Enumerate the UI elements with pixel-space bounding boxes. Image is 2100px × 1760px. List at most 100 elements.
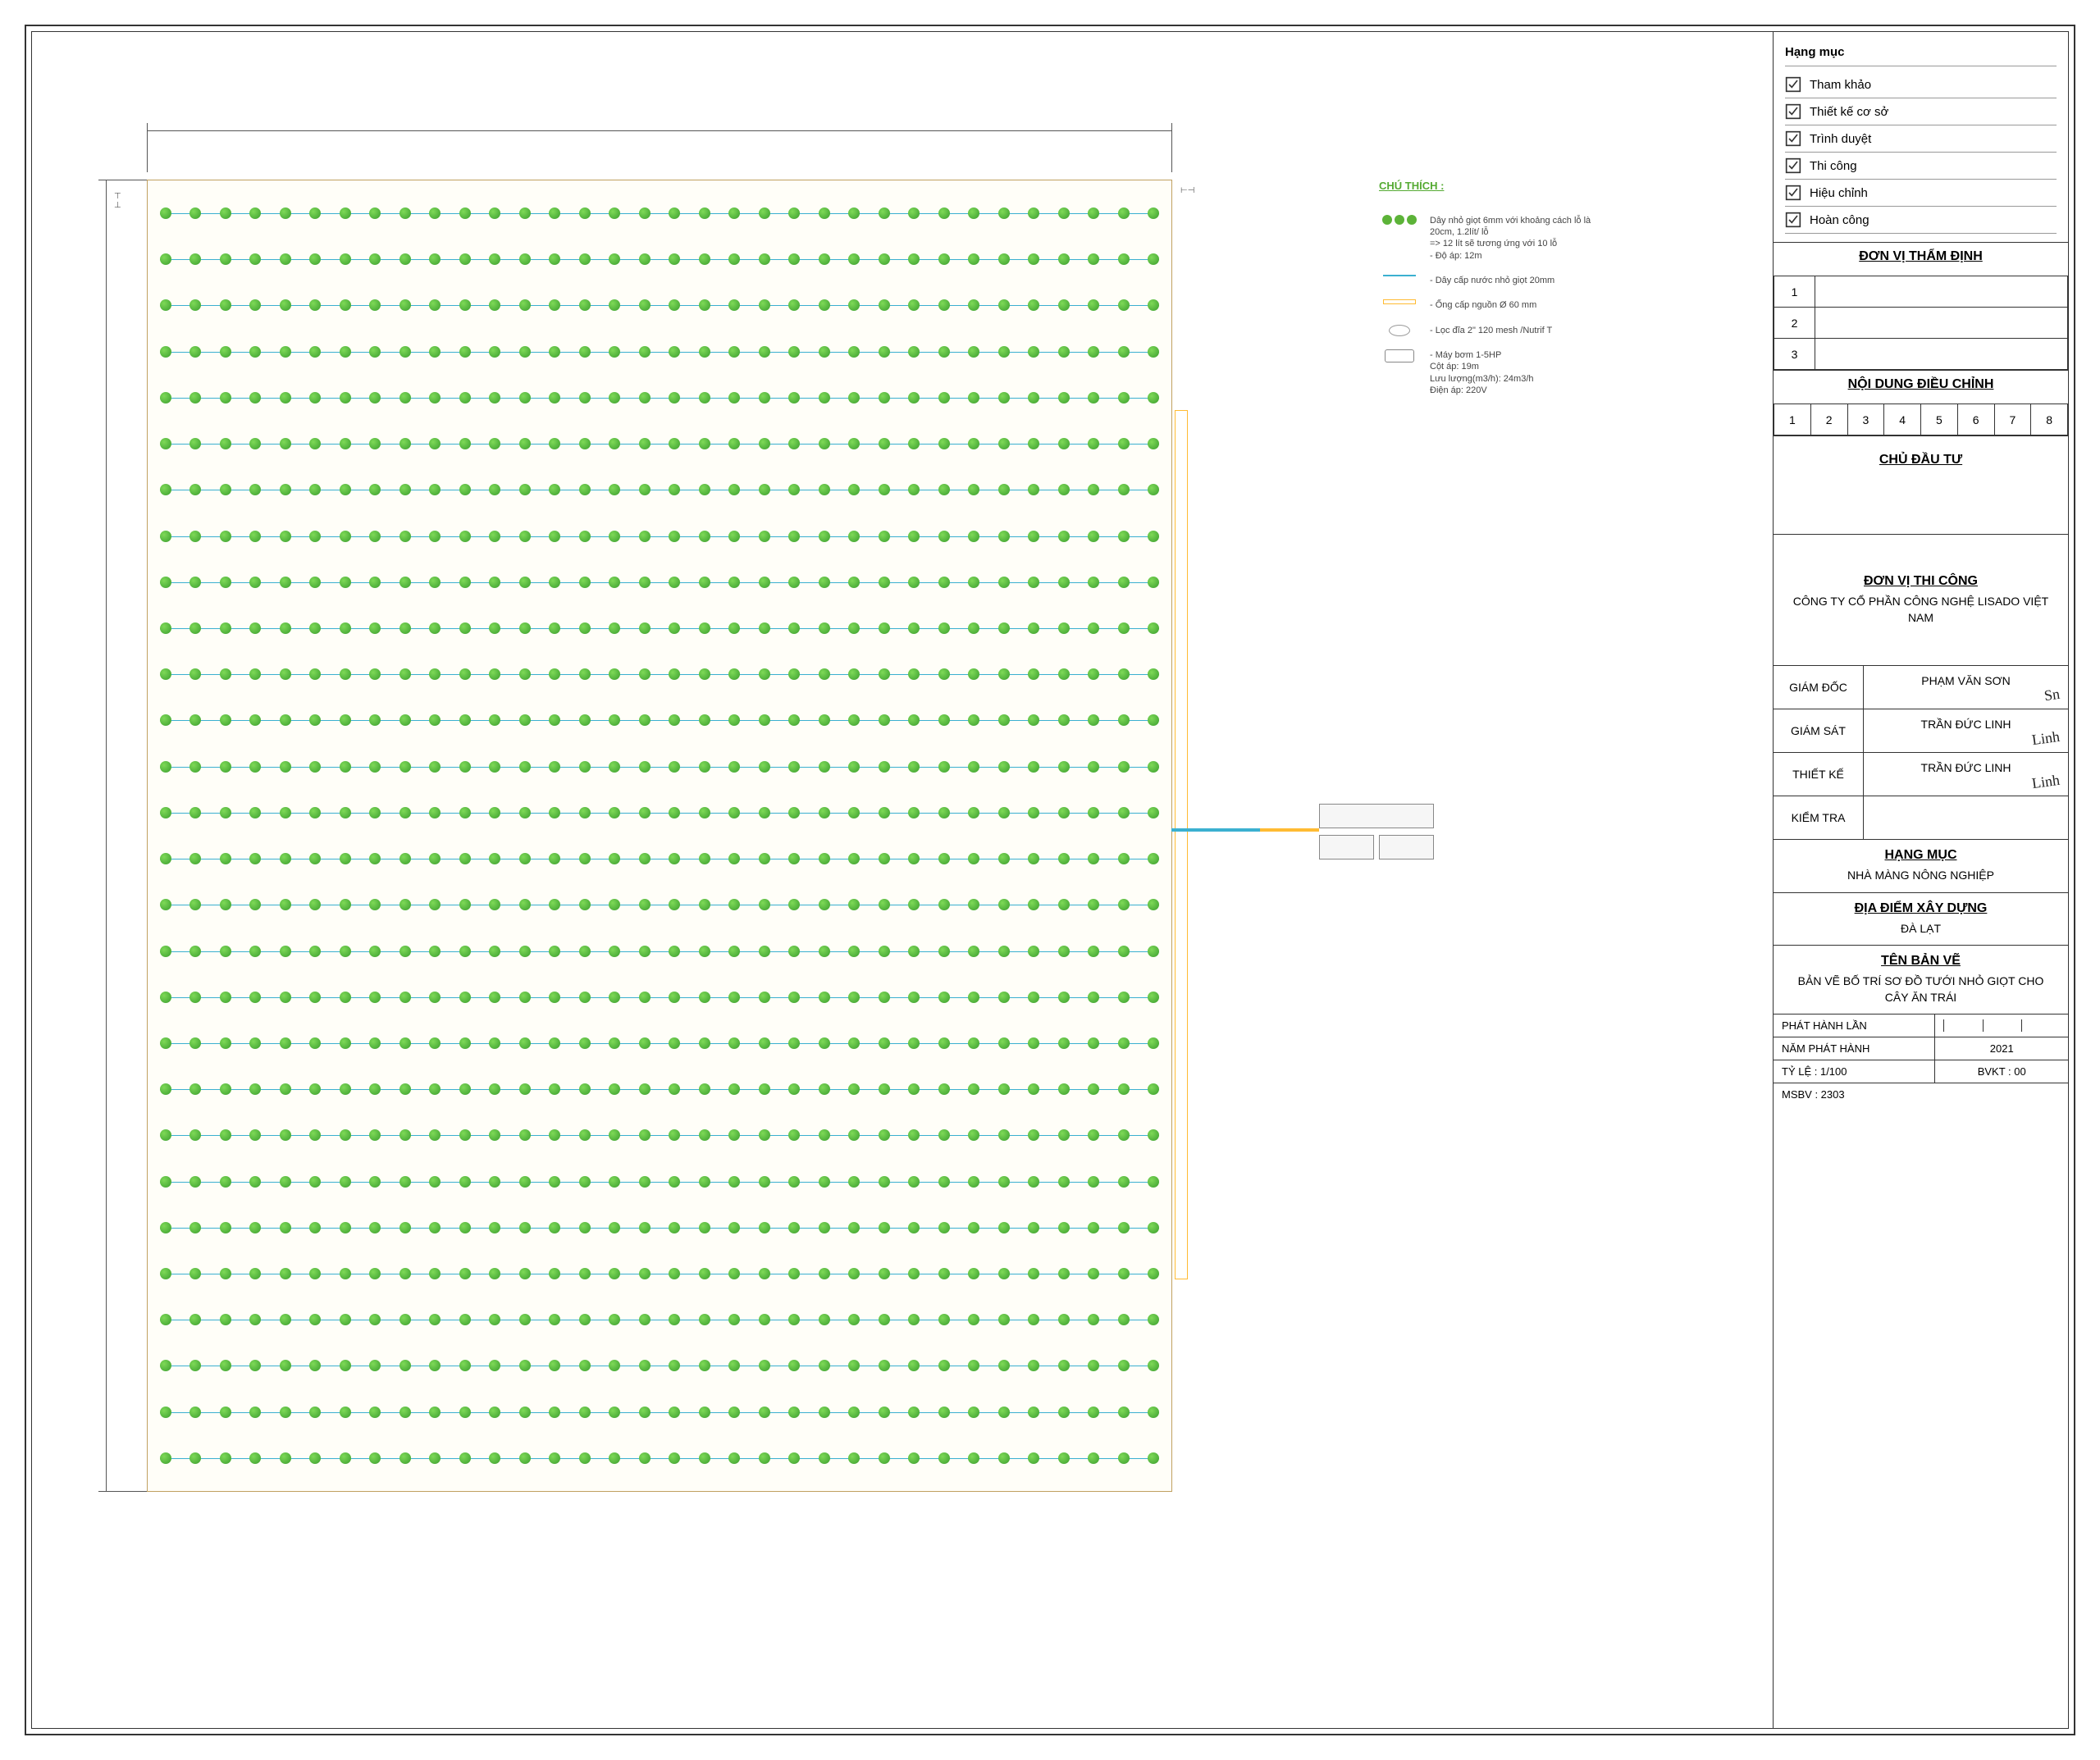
dripper-icon <box>759 438 770 449</box>
dripper-icon <box>1088 207 1099 219</box>
dripper-icon <box>280 1360 291 1371</box>
dripper-icon <box>459 1129 471 1141</box>
dripper-icon <box>938 622 950 634</box>
dripper-icon <box>1028 1407 1039 1418</box>
dripper-icon <box>220 761 231 773</box>
dripper-icon <box>249 1407 261 1418</box>
dripper-icon <box>1088 1314 1099 1325</box>
dripper-icon <box>879 807 890 818</box>
dripper-icon <box>340 1083 351 1095</box>
dripper-icon <box>249 1083 261 1095</box>
dripper-icon <box>759 899 770 910</box>
drip-row <box>160 251 1159 267</box>
dripper-icon <box>280 1268 291 1279</box>
dripper-icon <box>819 899 830 910</box>
dripper-icon <box>1088 668 1099 680</box>
dripper-icon <box>309 531 321 542</box>
dripper-icon <box>788 714 800 726</box>
drip-row <box>160 1404 1159 1420</box>
dripper-icon <box>998 346 1010 358</box>
check-row: Trình duyệt <box>1785 125 2057 153</box>
dripper-icon <box>788 807 800 818</box>
dripper-icon <box>819 1407 830 1418</box>
dripper-icon <box>1058 1314 1070 1325</box>
dripper-icon <box>1088 899 1099 910</box>
dripper-icon <box>728 531 740 542</box>
dripper-icon <box>249 438 261 449</box>
dripper-icon <box>669 899 680 910</box>
dripper-icon <box>699 299 710 311</box>
dripper-icon <box>669 1268 680 1279</box>
dripper-icon <box>848 714 860 726</box>
dripper-icon <box>220 946 231 957</box>
dripper-icon <box>280 1452 291 1464</box>
dripper-icon <box>459 1037 471 1049</box>
dripper-icon <box>848 1222 860 1233</box>
dripper-icon <box>399 807 411 818</box>
dripper-icon <box>160 577 171 588</box>
dripper-icon <box>879 622 890 634</box>
dripper-icon <box>968 622 979 634</box>
dripper-icon <box>908 207 920 219</box>
dripper-icon <box>788 577 800 588</box>
dripper-icon <box>280 392 291 404</box>
dripper-icon <box>369 668 381 680</box>
hangmuc2-section: HẠNG MỤC NHÀ MÀNG NÔNG NGHIỆP <box>1774 840 2068 893</box>
dripper-icon <box>728 622 740 634</box>
dripper-icon <box>549 668 560 680</box>
noidung-table: 12345678 <box>1774 404 2068 435</box>
dripper-icon <box>459 207 471 219</box>
dripper-icon <box>399 207 411 219</box>
dripper-icon <box>639 1452 651 1464</box>
sign-role: THIẾT KẾ <box>1774 753 1864 796</box>
dripper-icon <box>459 668 471 680</box>
dripper-icon <box>579 1129 591 1141</box>
dripper-icon <box>728 1222 740 1233</box>
dripper-icon <box>998 946 1010 957</box>
drawing-area: ⊢⊣ ⊤⊥ CHÚ THÍCH : D <box>32 32 1773 1728</box>
dripper-icon <box>669 1222 680 1233</box>
dripper-icon <box>669 622 680 634</box>
dripper-icon <box>1088 531 1099 542</box>
dripper-icon <box>1088 392 1099 404</box>
dripper-icon <box>938 946 950 957</box>
dripper-icon <box>519 392 531 404</box>
dripper-icon <box>1148 346 1159 358</box>
dripper-icon <box>459 1176 471 1188</box>
dripper-icon <box>819 1268 830 1279</box>
dripper-icon <box>1058 622 1070 634</box>
dripper-icon <box>788 1268 800 1279</box>
dripper-icon <box>609 1222 620 1233</box>
dripper-icon <box>280 899 291 910</box>
dripper-icon <box>848 1360 860 1371</box>
dripper-icon <box>489 1407 500 1418</box>
dripper-icon <box>249 392 261 404</box>
dripper-icon <box>340 1176 351 1188</box>
dripper-icon <box>669 668 680 680</box>
dripper-icon <box>998 1222 1010 1233</box>
dripper-icon <box>549 714 560 726</box>
dripper-icon <box>788 1407 800 1418</box>
dripper-icon <box>879 1129 890 1141</box>
dripper-icon <box>160 1129 171 1141</box>
dripper-icon <box>669 714 680 726</box>
thamdinh-cell <box>1815 339 2068 370</box>
dripper-icon <box>489 714 500 726</box>
supply-pipe <box>1171 828 1319 832</box>
dripper-icon <box>788 531 800 542</box>
dripper-icon <box>549 577 560 588</box>
dripper-icon <box>639 1407 651 1418</box>
dripper-icon <box>1088 1083 1099 1095</box>
dripper-icon <box>788 1360 800 1371</box>
drip-row <box>160 574 1159 590</box>
dripper-icon <box>1028 346 1039 358</box>
dripper-icon <box>609 714 620 726</box>
dripper-icon <box>220 346 231 358</box>
dripper-icon <box>1118 1452 1130 1464</box>
dripper-icon <box>519 484 531 495</box>
dripper-icon <box>1088 1222 1099 1233</box>
dripper-icon <box>1118 392 1130 404</box>
dripper-icon <box>639 1222 651 1233</box>
dripper-icon <box>309 807 321 818</box>
dripper-icon <box>1088 1360 1099 1371</box>
